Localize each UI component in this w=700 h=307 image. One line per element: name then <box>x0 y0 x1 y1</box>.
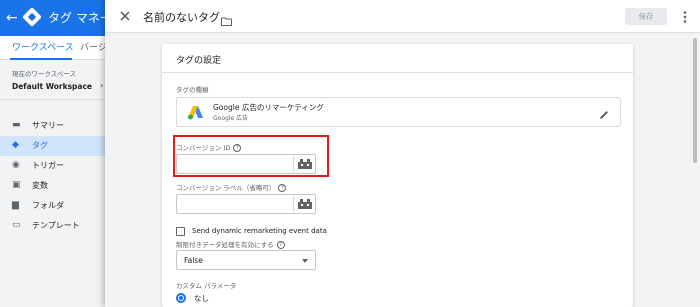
sidebar-item-label: サマリー <box>32 121 64 130</box>
sidebar-item-triggers[interactable]: ◉ トリガー <box>0 156 110 176</box>
dynamic-remarketing-checkbox[interactable] <box>176 227 185 236</box>
tab-versions[interactable]: バージ <box>80 40 107 53</box>
edit-pencil-icon[interactable] <box>598 106 610 119</box>
restricted-data-select[interactable]: False <box>176 250 316 270</box>
custom-params-none-radio[interactable] <box>176 293 186 303</box>
tag-icon: ◆ <box>12 140 19 150</box>
sidebar-item-label: 変数 <box>32 181 48 190</box>
sidebar-item-variables[interactable]: ▣ 変数 <box>0 176 110 196</box>
back-arrow-icon[interactable]: ← <box>6 9 18 27</box>
select-value: False <box>184 256 203 265</box>
close-icon[interactable] <box>117 8 133 24</box>
conversion-label-input[interactable] <box>177 195 293 213</box>
summary-icon: ▬ <box>12 120 21 130</box>
highlight-box <box>173 135 329 177</box>
sidebar-item-label: タグ <box>32 141 48 150</box>
folder-icon[interactable] <box>221 11 232 26</box>
sidebar-item-label: フォルダ <box>32 201 64 210</box>
save-button[interactable]: 保存 <box>625 8 667 25</box>
help-icon[interactable]: ? <box>278 184 287 192</box>
more-vert-icon[interactable] <box>681 9 689 23</box>
workspace-name[interactable]: Default Workspace <box>12 82 92 91</box>
sidebar-item-folders[interactable]: ▆ フォルダ <box>0 196 110 216</box>
sidebar-item-label: テンプレート <box>32 221 80 230</box>
conversion-label-label: コンバージョン ラベル（省略可）? <box>176 182 287 192</box>
variable-picker-icon[interactable] <box>293 195 315 213</box>
folder-icon: ▆ <box>12 200 19 210</box>
restricted-data-label: 制限付きデータ処理を有効にする? <box>176 239 285 249</box>
tag-type-subtitle: Google 広告 <box>213 115 249 122</box>
scrollbar-thumb[interactable] <box>693 38 697 163</box>
tag-type-label: タグの種類 <box>176 86 209 94</box>
panel-header: 名前のないタグ 保存 <box>105 0 700 33</box>
custom-params-none-label: なし <box>194 294 209 303</box>
dynamic-remarketing-label: Send dynamic remarketing event data <box>192 227 327 235</box>
sidebar-item-templates[interactable]: ▭ テンプレート <box>0 216 110 236</box>
gtm-logo-icon <box>22 7 42 27</box>
variable-icon: ▣ <box>12 180 21 190</box>
workspace-tabs: ワークスペース バージ <box>0 36 110 60</box>
divider <box>162 72 633 73</box>
sidebar: 現在のワークスペース Default Workspace › ▬ サマリー ◆ … <box>0 60 110 307</box>
tab-workspace[interactable]: ワークスペース <box>12 40 74 53</box>
scrollbar[interactable] <box>692 34 698 307</box>
workspace-label: 現在のワークスペース <box>12 70 77 78</box>
conversion-label-field[interactable] <box>176 194 316 214</box>
tag-type-name: Google 広告のリマーケティング <box>213 103 324 112</box>
template-icon: ▭ <box>12 220 21 230</box>
tag-name-title[interactable]: 名前のないタグ <box>143 9 220 25</box>
sidebar-item-tags[interactable]: ◆ タグ <box>0 136 110 156</box>
app-title: タグ マネー <box>48 11 112 25</box>
trigger-icon: ◉ <box>12 160 20 170</box>
help-icon[interactable]: ? <box>276 241 285 249</box>
divider <box>0 99 110 100</box>
workspace-chevron-icon[interactable]: › <box>100 81 103 90</box>
dropdown-arrow-icon <box>302 259 308 263</box>
custom-params-label: カスタム パラメータ <box>176 282 237 290</box>
sidebar-item-label: トリガー <box>32 161 64 170</box>
tag-type-selector[interactable]: Google 広告のリマーケティング Google 広告 <box>176 97 621 127</box>
card-title: タグの設定 <box>176 56 222 66</box>
google-ads-logo-icon <box>187 105 204 120</box>
sidebar-item-summary[interactable]: ▬ サマリー <box>0 116 110 136</box>
